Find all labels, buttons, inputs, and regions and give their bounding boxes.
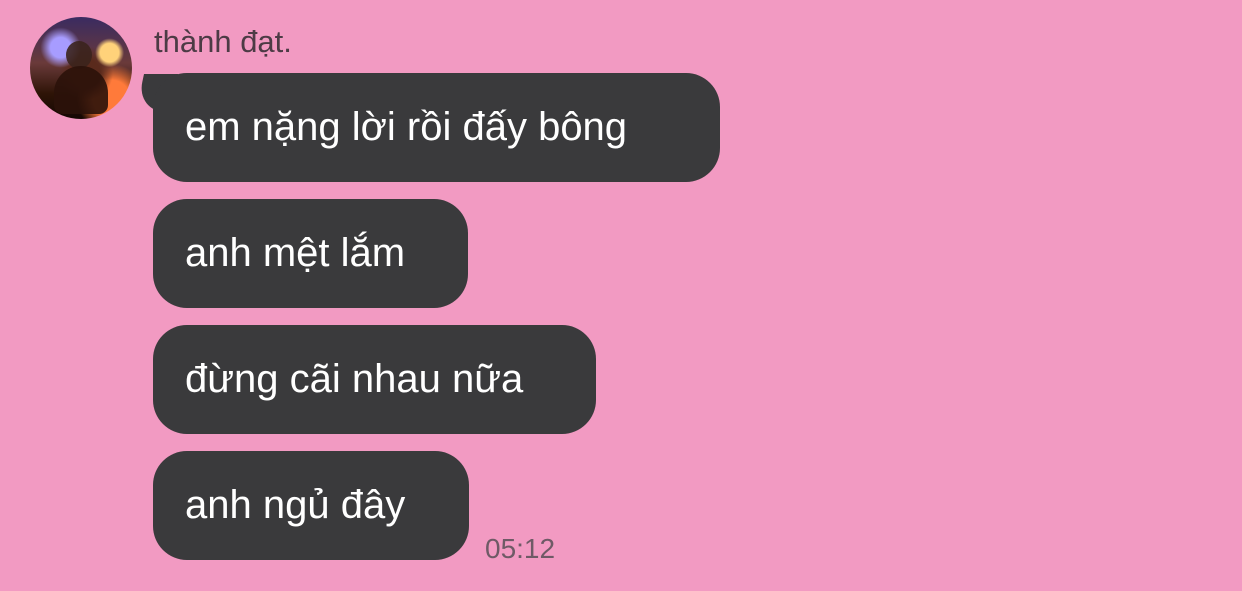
chat-thread: thành đạt. em nặng lời rồi đấy bông anh … bbox=[0, 0, 1242, 591]
message-bubble[interactable]: anh ngủ đây bbox=[153, 451, 469, 560]
sender-name: thành đạt. bbox=[154, 24, 292, 59]
message-timestamp: 05:12 bbox=[485, 533, 556, 564]
message-bubble[interactable]: đừng cãi nhau nữa bbox=[153, 325, 596, 434]
message-bubble[interactable]: anh mệt lắm bbox=[153, 199, 468, 308]
avatar[interactable] bbox=[30, 17, 132, 119]
message-bubble[interactable]: em nặng lời rồi đấy bông bbox=[153, 73, 720, 182]
